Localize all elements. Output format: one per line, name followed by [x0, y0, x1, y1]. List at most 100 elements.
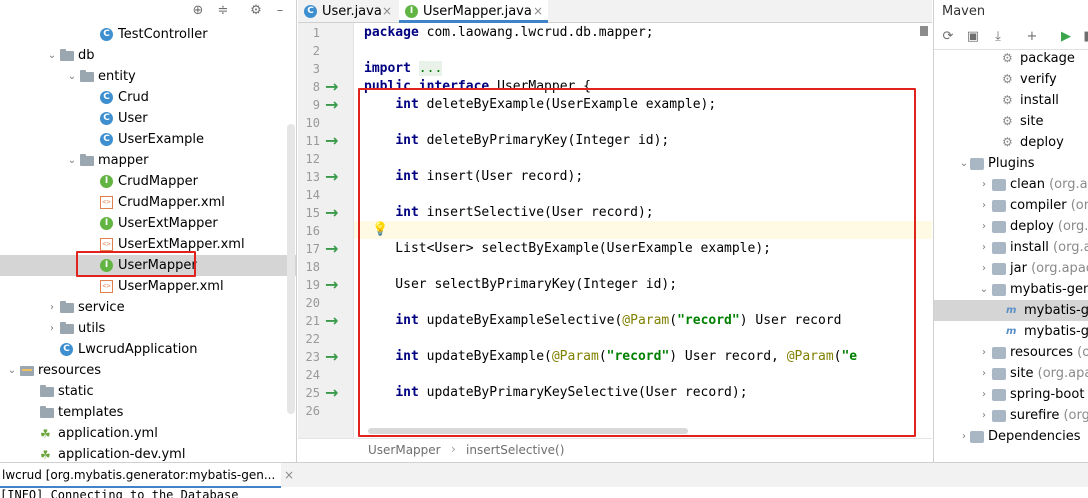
tree-item[interactable]: C LwcrudApplication: [0, 339, 296, 360]
collapse-all-icon[interactable]: ≑: [215, 3, 231, 19]
folder-icon: [80, 154, 94, 166]
add-project-icon[interactable]: ▣: [965, 29, 981, 45]
chevron-down-icon[interactable]: ⌄: [6, 360, 18, 381]
chevron-right-icon[interactable]: ›: [978, 384, 990, 405]
chevron-right-icon[interactable]: ›: [978, 237, 990, 258]
run-icon[interactable]: ▶: [1058, 29, 1074, 45]
tree-item[interactable]: <> UserMapper.xml: [0, 276, 296, 297]
chevron-right-icon[interactable]: ›: [978, 342, 990, 363]
implementation-arrow-icon[interactable]: →: [325, 96, 343, 114]
implementation-arrow-icon[interactable]: →: [325, 384, 343, 402]
tree-item-label: application.yml: [58, 426, 158, 441]
maven-tree-item[interactable]: › spring-boot: [934, 384, 1088, 405]
chevron-down-icon[interactable]: ⌄: [978, 279, 990, 300]
implementation-arrow-icon[interactable]: →: [325, 204, 343, 222]
chevron-down-icon[interactable]: ⌄: [66, 66, 78, 87]
tree-item[interactable]: › service: [0, 297, 296, 318]
chevron-right-icon[interactable]: ›: [46, 318, 58, 339]
tree-item[interactable]: <> CrudMapper.xml: [0, 192, 296, 213]
maven-tree-item[interactable]: › install (org.ap: [934, 237, 1088, 258]
tree-item[interactable]: templates: [0, 402, 296, 423]
maven-tree-item[interactable]: › deploy (org.a: [934, 216, 1088, 237]
breadcrumb-item[interactable]: insertSelective(): [466, 443, 564, 457]
close-icon[interactable]: ×: [533, 0, 543, 23]
plus-icon[interactable]: +: [1024, 29, 1040, 45]
chevron-right-icon[interactable]: ›: [978, 174, 990, 195]
tree-item[interactable]: ⌄ db: [0, 45, 296, 66]
tab-usermapper-java[interactable]: I UserMapper.java ×: [399, 0, 548, 23]
gear-icon[interactable]: ⚙: [248, 3, 264, 19]
maven-tree-item[interactable]: ⌄ Plugins: [934, 153, 1088, 174]
implementation-arrow-icon[interactable]: →: [325, 240, 343, 258]
chevron-right-icon[interactable]: ›: [958, 426, 970, 447]
tree-item[interactable]: ☘ application.yml: [0, 423, 296, 444]
tree-item[interactable]: C Crud: [0, 87, 296, 108]
implementation-arrow-icon[interactable]: →: [325, 78, 343, 96]
chevron-right-icon[interactable]: ›: [978, 216, 990, 237]
maven-tree-item[interactable]: ⌄ mybatis-gene: [934, 279, 1088, 300]
line-number: 2: [312, 44, 320, 58]
chevron-right-icon[interactable]: ›: [978, 258, 990, 279]
maven-tree-item[interactable]: ⚙ deploy: [934, 132, 1088, 153]
run-tab[interactable]: lwcrud [org.mybatis.generator:mybatis-ge…: [0, 463, 282, 488]
maven-tree-item[interactable]: › jar (org.apac: [934, 258, 1088, 279]
tree-item[interactable]: C TestController: [0, 24, 296, 45]
maven-item-label: install: [1020, 93, 1059, 108]
maven-tree-item[interactable]: ⚙ install: [934, 90, 1088, 111]
highlight-box: [76, 251, 196, 277]
chevron-down-icon[interactable]: ⌄: [46, 45, 58, 66]
maven-tree-item[interactable]: › clean (org.ap: [934, 174, 1088, 195]
plugin-icon: [992, 284, 1006, 296]
tree-item[interactable]: ☘ application-dev.yml: [0, 444, 296, 462]
chevron-right-icon[interactable]: ›: [978, 363, 990, 384]
tree-item[interactable]: I CrudMapper: [0, 171, 296, 192]
highlight-box: [358, 88, 916, 437]
project-scrollbar[interactable]: [287, 124, 295, 414]
implementation-arrow-icon[interactable]: →: [325, 168, 343, 186]
close-icon[interactable]: ×: [382, 0, 392, 23]
maven-tree-item[interactable]: › Dependencies: [934, 426, 1088, 447]
line-number: 20: [305, 296, 320, 310]
chevron-down-icon[interactable]: ⌄: [958, 153, 970, 174]
chevron-down-icon[interactable]: ⌄: [66, 150, 78, 171]
tab-user-java[interactable]: C User.java ×: [298, 0, 398, 23]
implementation-arrow-icon[interactable]: →: [325, 348, 343, 366]
tree-item[interactable]: static: [0, 381, 296, 402]
more-icon[interactable]: ▮: [1079, 29, 1088, 45]
chevron-right-icon[interactable]: ›: [978, 405, 990, 426]
tree-item[interactable]: ⌄ entity: [0, 66, 296, 87]
maven-tree-item[interactable]: m mybatis-g: [934, 321, 1088, 342]
implementation-arrow-icon[interactable]: →: [325, 132, 343, 150]
tree-item[interactable]: › utils: [0, 318, 296, 339]
maven-tree-item[interactable]: ⚙ package: [934, 48, 1088, 69]
download-icon[interactable]: ⤓: [990, 29, 1006, 45]
maven-tree-item[interactable]: › surefire (org.: [934, 405, 1088, 426]
maven-item-label: surefire (org.: [1010, 408, 1088, 423]
editor-scrollbar-marker[interactable]: [920, 26, 928, 36]
tree-item[interactable]: ⌄ resources: [0, 360, 296, 381]
breadcrumb-item[interactable]: UserMapper: [368, 443, 441, 457]
implementation-arrow-icon[interactable]: →: [325, 276, 343, 294]
implementation-arrow-icon[interactable]: →: [325, 312, 343, 330]
editor-horizontal-scrollbar[interactable]: [368, 428, 688, 434]
maven-tree-item[interactable]: ⚙ site: [934, 111, 1088, 132]
hide-icon[interactable]: –: [272, 3, 288, 19]
locate-icon[interactable]: ⊕: [190, 3, 206, 19]
maven-tree-item[interactable]: › resources (o: [934, 342, 1088, 363]
maven-tree-item[interactable]: ⚙ verify: [934, 69, 1088, 90]
maven-item-label: install (org.ap: [1010, 240, 1088, 255]
refresh-icon[interactable]: ⟳: [940, 29, 956, 45]
plugin-icon: [992, 242, 1006, 254]
folder-icon: [80, 70, 94, 82]
tree-item[interactable]: ⌄ mapper: [0, 150, 296, 171]
maven-tree-item[interactable]: m mybatis-g: [934, 300, 1088, 321]
tree-item[interactable]: C UserExample: [0, 129, 296, 150]
maven-tree-item[interactable]: › site (org.apac: [934, 363, 1088, 384]
chevron-right-icon[interactable]: ›: [978, 195, 990, 216]
close-icon[interactable]: ×: [284, 468, 294, 482]
gear-icon: ⚙: [1002, 51, 1013, 65]
tree-item[interactable]: C User: [0, 108, 296, 129]
maven-tree-item[interactable]: › compiler (org: [934, 195, 1088, 216]
tree-item[interactable]: I UserExtMapper: [0, 213, 296, 234]
chevron-right-icon[interactable]: ›: [46, 297, 58, 318]
